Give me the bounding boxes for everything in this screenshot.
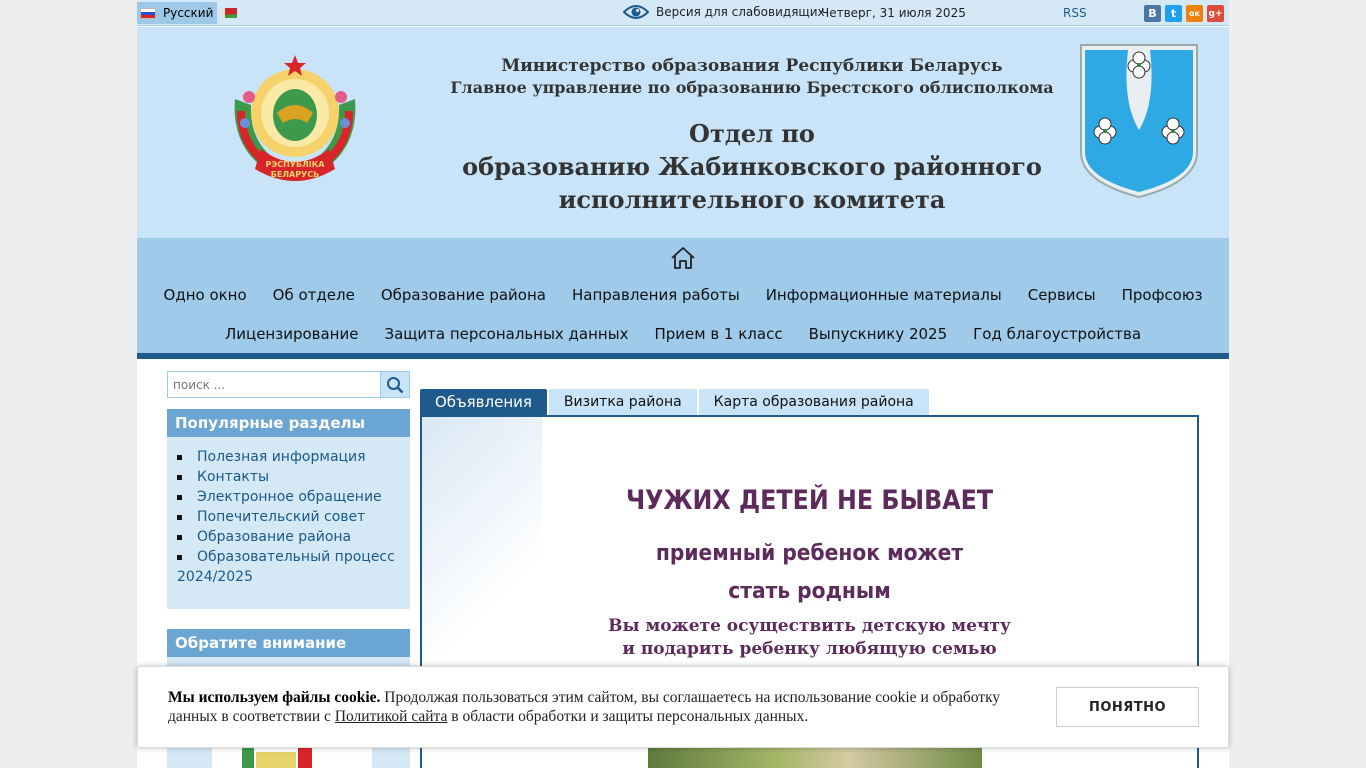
banner-headline: ЧУЖИХ ДЕТЕЙ НЕ БЫВАЕТ bbox=[625, 485, 994, 516]
nav-item-data-protection[interactable]: Защита персональных данных bbox=[384, 325, 628, 343]
site-title-line-1: Отдел по bbox=[689, 119, 815, 148]
nav-item-one-window[interactable]: Одно окно bbox=[164, 286, 247, 304]
rss-link[interactable]: RSS bbox=[1063, 6, 1087, 20]
page: Русский Версия для слабовидящих Четверг,… bbox=[137, 0, 1229, 768]
cookie-bold-text: Мы используем файлы cookie. bbox=[168, 689, 381, 706]
banner-text: Вы можете осуществить детскую мечту и по… bbox=[422, 615, 1197, 661]
current-date: Четверг, 31 июля 2025 bbox=[821, 6, 966, 20]
google-plus-icon[interactable]: g+ bbox=[1207, 5, 1224, 22]
nav-item-services[interactable]: Сервисы bbox=[1028, 286, 1096, 304]
cookie-accept-button[interactable]: ПОНЯТНО bbox=[1056, 687, 1199, 727]
popular-sections-title: Популярные разделы bbox=[167, 409, 410, 437]
home-icon[interactable] bbox=[670, 246, 696, 270]
site-title-line-2: образованию Жабинковского районного bbox=[462, 152, 1042, 181]
attention-title: Обратите внимание bbox=[167, 629, 410, 657]
nav-item-about[interactable]: Об отделе bbox=[273, 286, 355, 304]
department-name: Главное управление по образованию Брестс… bbox=[450, 78, 1054, 97]
search-input[interactable] bbox=[168, 372, 380, 397]
nav-item-licensing[interactable]: Лицензирование bbox=[225, 325, 359, 343]
low-vision-link[interactable]: Версия для слабовидящих bbox=[623, 4, 825, 20]
banner-subheadline: приемный ребенок может стать родным bbox=[453, 535, 1166, 611]
family-photo bbox=[648, 747, 982, 768]
cookie-message: Мы используем файлы cookie. Продолжая по… bbox=[168, 688, 1048, 726]
popular-item-board[interactable]: Попечительский совет bbox=[177, 507, 400, 527]
ministry-name: Министерство образования Республики Бела… bbox=[501, 56, 1003, 76]
tab-district-card[interactable]: Визитка района bbox=[548, 389, 697, 415]
popular-item-education-process[interactable]: Образовательный процесс 2024/2025 bbox=[177, 547, 400, 587]
cookie-policy-link[interactable]: Политикой сайта bbox=[335, 708, 448, 725]
district-coat-of-arms-icon[interactable] bbox=[1078, 42, 1200, 200]
site-title-line-3: исполнительного комитета bbox=[558, 185, 946, 214]
twitter-icon[interactable]: t bbox=[1165, 5, 1182, 22]
popular-item-district-education[interactable]: Образование района bbox=[177, 527, 400, 547]
social-links: В t ок g+ bbox=[1144, 5, 1224, 22]
banner-line-5: и подарить ребенку любящую семью bbox=[622, 639, 997, 659]
banner-line-2: приемный ребенок может bbox=[655, 541, 964, 566]
tab-announcements[interactable]: Объявления bbox=[420, 389, 547, 415]
svg-text:РЭСПУБЛІКА: РЭСПУБЛІКА bbox=[266, 160, 326, 169]
top-bar: Русский Версия для слабовидящих Четверг,… bbox=[137, 0, 1229, 26]
nav-row-1: Одно окно Об отделе Образование района Н… bbox=[137, 286, 1229, 304]
nav-divider bbox=[137, 353, 1229, 359]
site-header: РЭСПУБЛІКА БЕЛАРУСЬ Министерство образов… bbox=[137, 27, 1229, 238]
banner-line-3: стать родным bbox=[728, 579, 891, 604]
search-box bbox=[167, 371, 410, 398]
belarus-flag-icon[interactable] bbox=[222, 8, 237, 18]
tab-education-map[interactable]: Карта образования района bbox=[698, 389, 929, 415]
nav-item-improvement-year[interactable]: Год благоустройства bbox=[973, 325, 1141, 343]
nav-item-trade-union[interactable]: Профсоюз bbox=[1122, 286, 1203, 304]
nav-item-work-directions[interactable]: Направления работы bbox=[572, 286, 740, 304]
site-title: Отдел по образованию Жабинковского район… bbox=[457, 117, 1047, 216]
popular-item-contacts[interactable]: Контакты bbox=[177, 467, 400, 487]
banner-line-4: Вы можете осуществить детскую мечту bbox=[608, 616, 1011, 636]
nav-item-district-education[interactable]: Образование района bbox=[381, 286, 546, 304]
popular-item-e-appeal[interactable]: Электронное обращение bbox=[177, 487, 400, 507]
cookie-text-2: в области обработки и защиты персональны… bbox=[447, 708, 809, 725]
nav-item-first-grade[interactable]: Прием в 1 класс bbox=[654, 325, 782, 343]
svg-text:БЕЛАРУСЬ: БЕЛАРУСЬ bbox=[271, 170, 319, 179]
popular-item-useful-info[interactable]: Полезная информация bbox=[177, 447, 400, 467]
search-icon bbox=[387, 376, 404, 393]
nav-row-2: Лицензирование Защита персональных данны… bbox=[137, 325, 1229, 343]
nav-item-graduate[interactable]: Выпускнику 2025 bbox=[809, 325, 948, 343]
search-button[interactable] bbox=[380, 372, 409, 397]
main-navigation: Одно окно Об отделе Образование района Н… bbox=[137, 238, 1229, 353]
low-vision-label: Версия для слабовидящих bbox=[656, 5, 825, 19]
vk-icon[interactable]: В bbox=[1144, 5, 1161, 22]
language-selector[interactable]: Русский bbox=[137, 2, 217, 24]
eye-icon bbox=[623, 5, 649, 19]
content-tabs: Объявления Визитка района Карта образова… bbox=[420, 389, 929, 415]
popular-sections: Популярные разделы Полезная информация К… bbox=[167, 409, 410, 609]
nav-item-info-materials[interactable]: Информационные материалы bbox=[766, 286, 1002, 304]
language-label: Русский bbox=[163, 6, 214, 20]
popular-sections-list: Полезная информация Контакты Электронное… bbox=[167, 437, 410, 587]
cookie-banner: Мы используем файлы cookie. Продолжая по… bbox=[137, 666, 1229, 748]
odnoklassniki-icon[interactable]: ок bbox=[1186, 5, 1203, 22]
russian-flag-icon bbox=[140, 7, 156, 19]
